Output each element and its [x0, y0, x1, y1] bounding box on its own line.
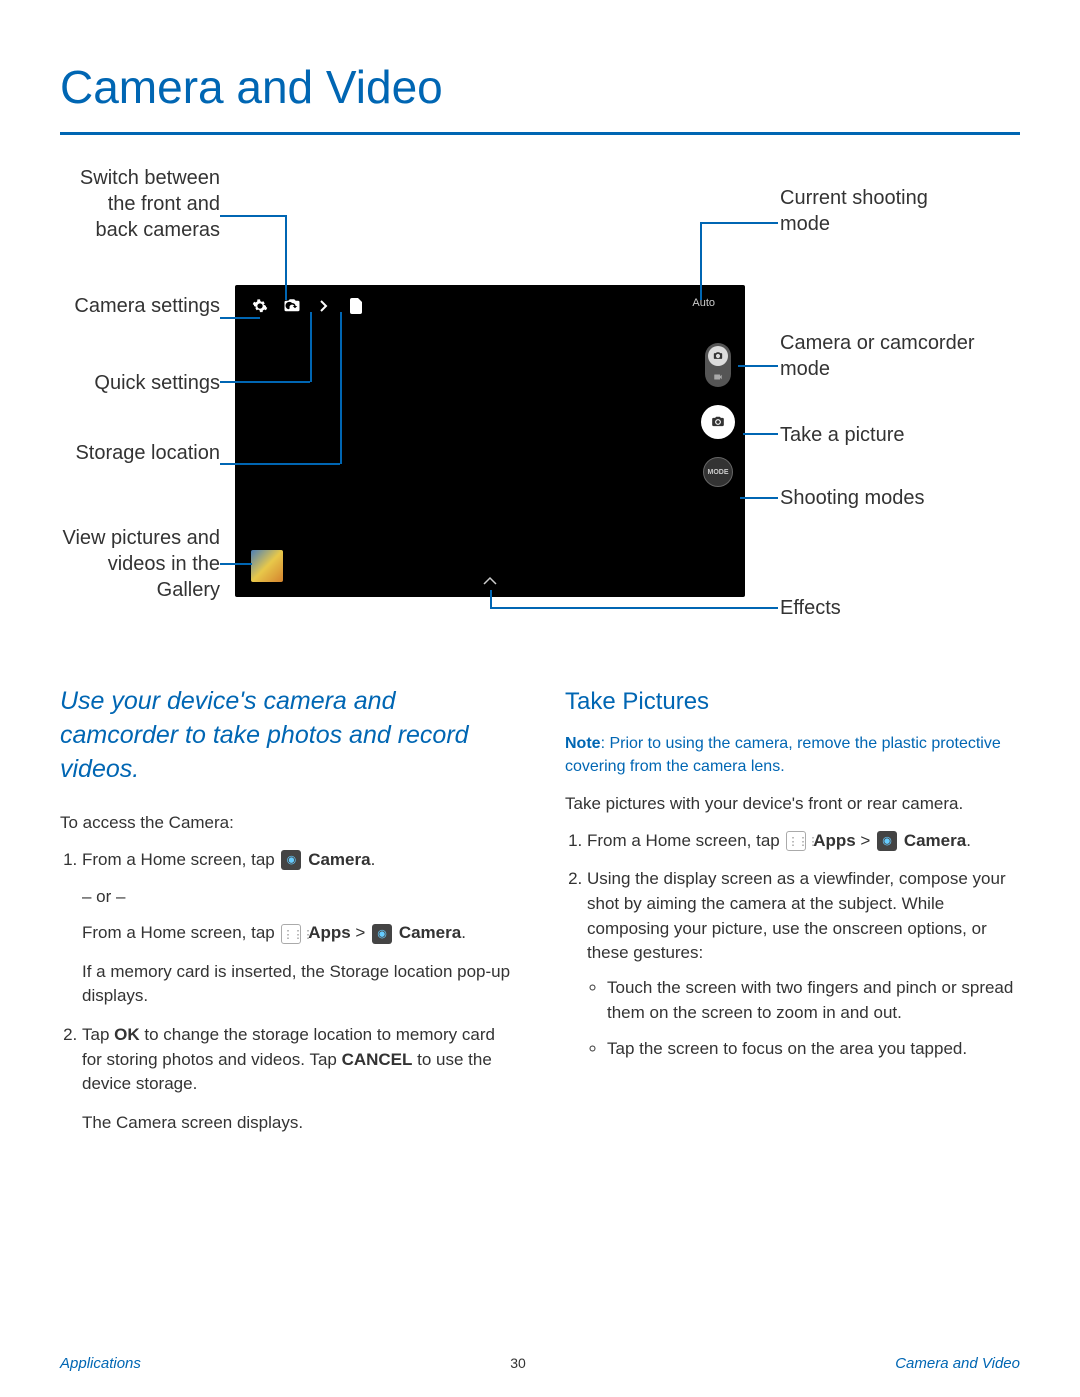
text-bold: OK [114, 1025, 140, 1044]
text: If a memory card is inserted, the Storag… [82, 960, 515, 1009]
list-item: Tap OK to change the storage location to… [82, 1023, 515, 1136]
text-bold: Apps [308, 923, 351, 942]
callout-shooting-modes: Shooting modes [780, 485, 980, 511]
top-icons [251, 297, 365, 315]
callout-quick-settings: Quick settings [60, 370, 220, 396]
camera-icon: ◉ [372, 924, 392, 944]
callout-cam-camcorder: Camera or camcorder mode [780, 330, 980, 382]
callout-switch-cameras: Switch between the front and back camera… [60, 165, 220, 243]
callout-take-picture: Take a picture [780, 422, 980, 448]
list-item: Using the display screen as a viewfinder… [587, 867, 1020, 1061]
camera-screenshot: Auto MODE [235, 285, 745, 597]
title-rule [60, 132, 1020, 135]
auto-mode-label: Auto [692, 297, 715, 309]
text-bold: Camera [399, 923, 461, 942]
gesture-bullets: Touch the screen with two fingers and pi… [587, 976, 1020, 1062]
callout-storage: Storage location [60, 440, 220, 466]
chevron-right-icon [315, 297, 333, 315]
video-mode-icon [711, 370, 725, 384]
mode-button-icon: MODE [703, 457, 733, 487]
note-label: Note [565, 735, 601, 752]
apps-icon: ⋮⋮⋮ [786, 831, 806, 851]
camera-diagram: Auto MODE Switch between the front and b… [60, 165, 1020, 665]
footer-left: Applications [60, 1355, 141, 1372]
left-column: Use your device's camera and camcorder t… [60, 685, 515, 1150]
text-bold: Camera [904, 831, 966, 850]
effects-arrow-icon [482, 575, 498, 589]
camera-icon: ◉ [281, 850, 301, 870]
text: Using the display screen as a viewfinder… [587, 869, 1006, 962]
page-number: 30 [510, 1355, 526, 1372]
right-column: Take Pictures Note: Prior to using the c… [565, 685, 1020, 1150]
text: The Camera screen displays. [82, 1111, 515, 1136]
access-label: To access the Camera: [60, 811, 515, 836]
text: Tap [82, 1025, 114, 1044]
take-pictures-steps: From a Home screen, tap ⋮⋮⋮ Apps > ◉ Cam… [565, 829, 1020, 1062]
callout-effects: Effects [780, 595, 980, 621]
text-bold: CANCEL [342, 1050, 413, 1069]
gallery-thumbnail-icon [251, 550, 283, 582]
note: Note: Prior to using the camera, remove … [565, 732, 1020, 778]
or-text: – or – [82, 885, 515, 910]
text: > [351, 923, 370, 942]
apps-icon: ⋮⋮⋮ [281, 924, 301, 944]
body-text: Take pictures with your device's front o… [565, 792, 1020, 817]
camera-icon: ◉ [877, 831, 897, 851]
text-bold: Camera [308, 850, 370, 869]
note-text: : Prior to using the camera, remove the … [565, 735, 1001, 775]
callout-gallery: View pictures and videos in the Gallery [60, 525, 220, 603]
footer: Applications 30 Camera and Video [60, 1355, 1020, 1372]
take-pictures-heading: Take Pictures [565, 685, 1020, 720]
text: > [856, 831, 875, 850]
list-item: From a Home screen, tap ⋮⋮⋮ Apps > ◉ Cam… [587, 829, 1020, 854]
page-title: Camera and Video [60, 60, 1020, 114]
intro-text: Use your device's camera and camcorder t… [60, 685, 515, 786]
callout-camera-settings: Camera settings [60, 293, 220, 319]
right-controls: MODE [701, 343, 735, 487]
mode-switch [705, 343, 731, 387]
text: From a Home screen, tap [587, 831, 784, 850]
list-item: Touch the screen with two fingers and pi… [607, 976, 1020, 1025]
callout-current-mode: Current shooting mode [780, 185, 980, 237]
shutter-button-icon [701, 405, 735, 439]
access-steps: From a Home screen, tap ◉ Camera. – or –… [60, 848, 515, 1136]
text: From a Home screen, tap [82, 923, 279, 942]
text-bold: Apps [813, 831, 856, 850]
content-area: Use your device's camera and camcorder t… [60, 685, 1020, 1150]
footer-right: Camera and Video [895, 1355, 1020, 1372]
list-item: Tap the screen to focus on the area you … [607, 1037, 1020, 1062]
storage-icon [347, 297, 365, 315]
list-item: From a Home screen, tap ◉ Camera. – or –… [82, 848, 515, 1009]
text: From a Home screen, tap [82, 850, 279, 869]
camera-mode-icon [708, 346, 728, 366]
settings-gear-icon [251, 297, 269, 315]
